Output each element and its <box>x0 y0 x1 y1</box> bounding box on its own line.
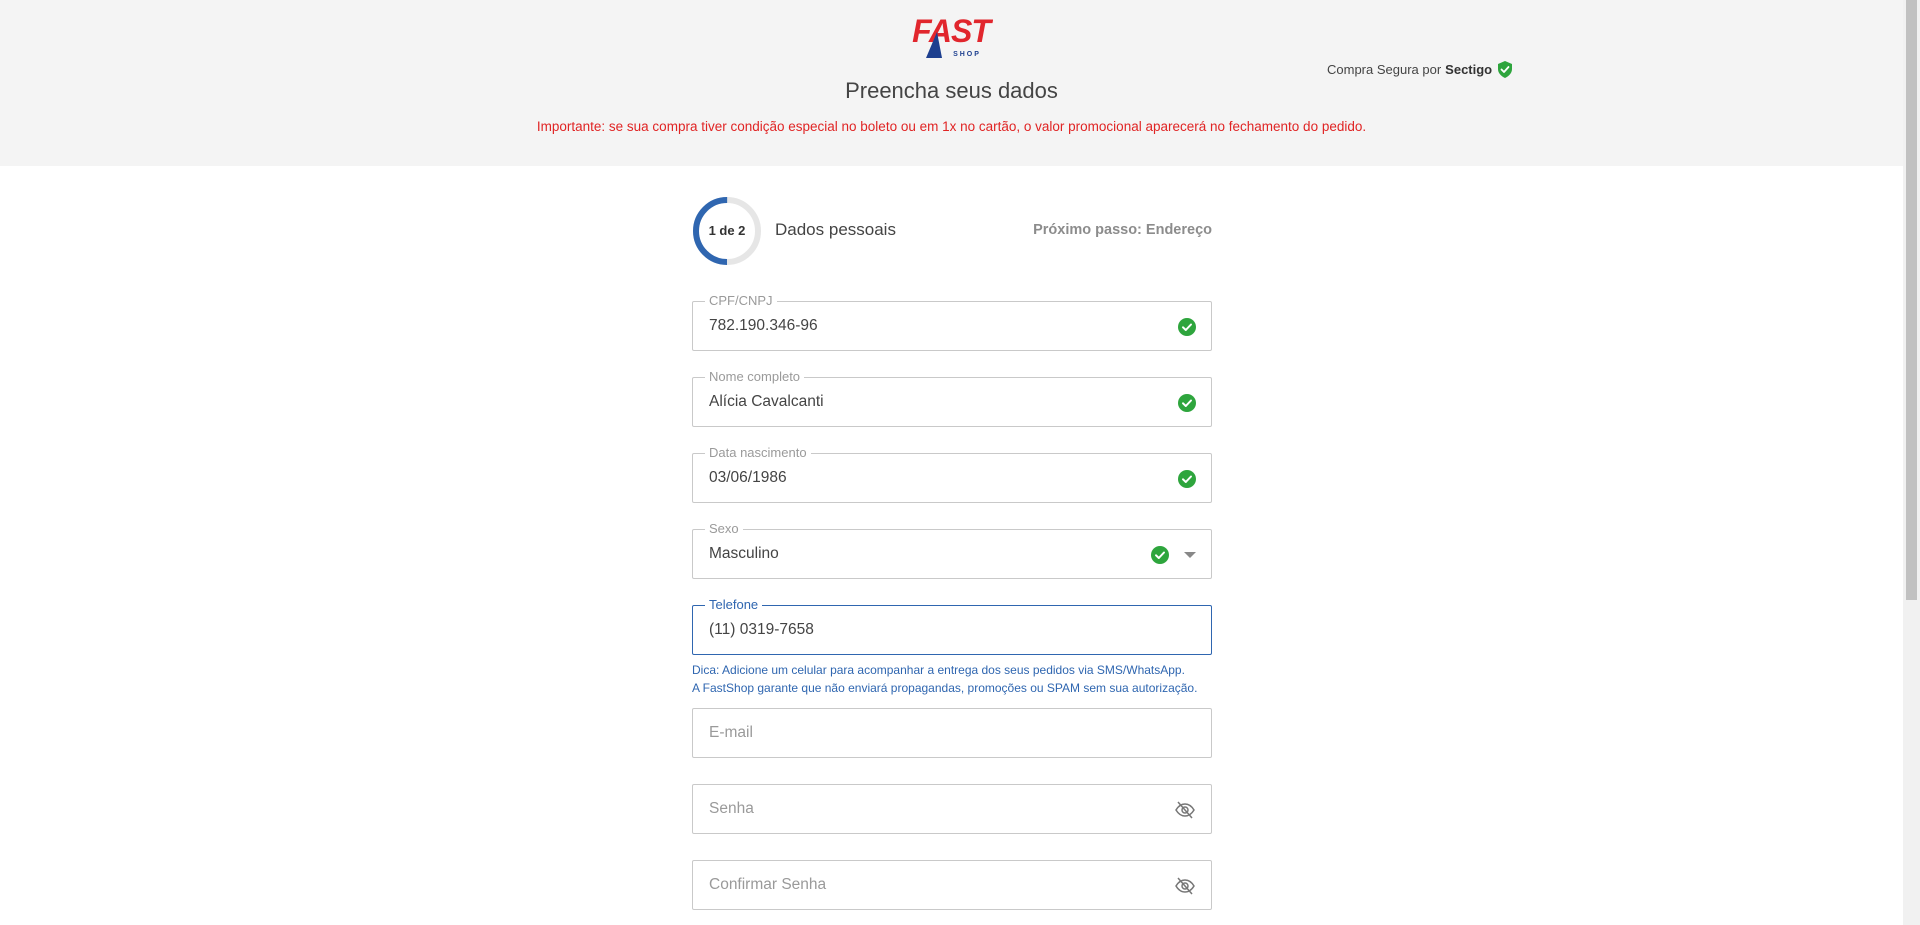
birth-date-value[interactable]: 03/06/1986 <box>709 469 787 487</box>
email-field[interactable]: E-mail <box>692 708 1212 758</box>
valid-check-icon <box>1178 394 1196 412</box>
secure-purchase-badge: Compra Segura por Sectigo <box>1327 61 1513 78</box>
step-indicator: 1 de 2 Dados pessoais Próximo passo: End… <box>692 196 1212 266</box>
confirm-password-field[interactable]: Confirmar Senha <box>692 860 1212 910</box>
promo-notice: Importante: se sua compra tiver condição… <box>536 119 1367 134</box>
page-scrollbar[interactable] <box>1903 0 1920 925</box>
next-step-label: Próximo passo: Endereço <box>1033 222 1212 238</box>
scrollbar-thumb[interactable] <box>1906 0 1917 600</box>
header: FAST SHOP Compra Segura por Sectigo Pree… <box>0 0 1903 166</box>
sex-select[interactable]: Sexo Masculino <box>692 521 1212 579</box>
progress-label: 1 de 2 <box>708 223 746 238</box>
full-name-value[interactable]: Alícia Cavalcanti <box>709 393 824 411</box>
phone-label: Telefone <box>705 597 763 613</box>
birth-date-field[interactable]: Data nascimento 03/06/1986 <box>692 445 1212 503</box>
page-title: Preencha seus dados <box>845 78 1058 103</box>
eye-off-icon[interactable] <box>1175 801 1195 819</box>
email-placeholder[interactable]: E-mail <box>709 724 753 742</box>
sex-label: Sexo <box>705 521 743 537</box>
secure-brand: Sectigo <box>1445 62 1493 77</box>
birth-date-label: Data nascimento <box>705 445 811 461</box>
confirm-password-placeholder[interactable]: Confirmar Senha <box>709 876 826 894</box>
full-name-field[interactable]: Nome completo Alícia Cavalcanti <box>692 369 1212 427</box>
logo-sub: SHOP <box>953 51 981 58</box>
shield-check-icon <box>1498 61 1513 78</box>
phone-value[interactable]: (11) 0319-7658 <box>709 621 814 639</box>
chevron-down-icon[interactable] <box>1184 552 1196 558</box>
phone-hint-line: A FastShop garante que não enviará propa… <box>692 681 1198 695</box>
cpf-field[interactable]: CPF/CNPJ 782.190.346-96 <box>692 293 1212 351</box>
password-field[interactable]: Senha <box>692 784 1212 834</box>
valid-check-icon <box>1151 546 1169 564</box>
sex-value[interactable]: Masculino <box>709 545 779 563</box>
valid-check-icon <box>1178 470 1196 488</box>
logo-word: FAST <box>912 14 993 49</box>
checkout-page: FAST SHOP Compra Segura por Sectigo Pree… <box>0 0 1920 925</box>
phone-field[interactable]: Telefone (11) 0319-7658 <box>692 597 1212 655</box>
valid-check-icon <box>1178 318 1196 336</box>
current-step-title: Dados pessoais <box>775 220 896 239</box>
phone-hint: Dica: Adicione um celular para acompanha… <box>692 661 1197 697</box>
secure-prefix: Compra Segura por <box>1327 62 1442 77</box>
password-placeholder[interactable]: Senha <box>709 800 754 818</box>
eye-off-icon[interactable] <box>1175 877 1195 895</box>
phone-hint-line: Dica: Adicione um celular para acompanha… <box>692 663 1185 677</box>
cpf-label: CPF/CNPJ <box>705 293 777 309</box>
full-name-label: Nome completo <box>705 369 805 385</box>
fast-shop-logo[interactable]: FAST SHOP <box>909 14 993 60</box>
cpf-value[interactable]: 782.190.346-96 <box>709 317 818 335</box>
